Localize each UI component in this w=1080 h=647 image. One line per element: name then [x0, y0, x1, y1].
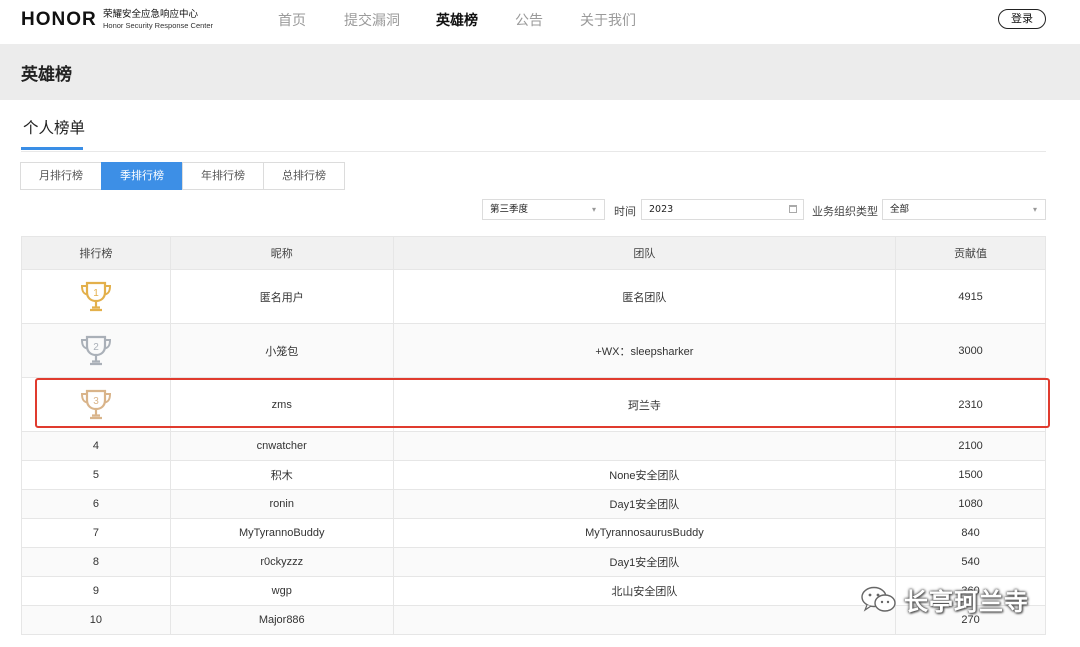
rank-cell: 3 [21, 377, 171, 432]
team-cell: MyTyrannosaurusBuddy [392, 518, 897, 548]
rank-cell: 6 [21, 489, 171, 519]
team-cell [392, 605, 897, 635]
nickname-cell: 积木 [169, 460, 394, 490]
team-cell: 珂兰寺 [392, 377, 897, 432]
rank-number: 3 [93, 396, 99, 407]
tab-overall[interactable]: 总排行榜 [263, 162, 345, 190]
score-cell: 840 [895, 518, 1046, 548]
score-cell: 2100 [895, 431, 1046, 461]
login-button[interactable]: 登录 [998, 9, 1046, 29]
table-row: 2 小笼包 +WX：sleepsharker 3000 [21, 323, 1046, 378]
table-row: 6 ronin Day1安全团队 1080 [21, 489, 1046, 519]
bronze-trophy-icon: 3 [80, 389, 111, 419]
team-cell: +WX：sleepsharker [392, 323, 897, 378]
team-cell: None安全团队 [392, 460, 897, 490]
chevron-down-icon: ▾ [591, 205, 596, 214]
quarter-select-value: 第三季度 [490, 204, 529, 215]
score-cell: 1500 [895, 460, 1046, 490]
rank-cell: 10 [21, 605, 171, 635]
section-divider [21, 151, 1046, 152]
rank-cell: 4 [21, 431, 171, 461]
table-row: 7 MyTyrannoBuddy MyTyrannosaurusBuddy 84… [21, 518, 1046, 548]
time-label: 时间 [614, 205, 636, 218]
rank-cell: 8 [21, 547, 171, 577]
section-active-underline [21, 147, 83, 150]
column-header-team: 团队 [392, 236, 897, 270]
calendar-icon [789, 205, 797, 213]
brand-subtitle-zh: 荣耀安全应急响应中心 [103, 9, 199, 20]
table-row: 3 zms 珂兰寺 2310 [21, 377, 1046, 432]
score-cell: 540 [895, 547, 1046, 577]
nav-hall-of-fame[interactable]: 英雄榜 [436, 10, 478, 30]
nickname-cell: zms [169, 377, 394, 432]
quarter-select[interactable]: 第三季度 ▾ [482, 199, 605, 220]
team-cell: 北山安全团队 [392, 576, 897, 606]
nickname-cell: wgp [169, 576, 394, 606]
rank-cell: 9 [21, 576, 171, 606]
nickname-cell: cnwatcher [169, 431, 394, 461]
nav-home[interactable]: 首页 [278, 10, 306, 30]
org-type-select-value: 全部 [890, 204, 910, 215]
score-cell: 4915 [895, 269, 1046, 324]
brand-subtitle: 荣耀安全应急响应中心 Honor Security Response Cente… [103, 9, 213, 31]
team-cell: Day1安全团队 [392, 489, 897, 519]
table-header-row: 排行榜 昵称 团队 贡献值 [21, 236, 1046, 270]
team-cell: Day1安全团队 [392, 547, 897, 577]
nickname-cell: MyTyrannoBuddy [169, 518, 394, 548]
year-picker-value: 2023 [649, 204, 674, 215]
table-row: 1 匿名用户 匿名团队 4915 [21, 269, 1046, 324]
column-header-rank: 排行榜 [21, 236, 171, 270]
nickname-cell: 小笼包 [169, 323, 394, 378]
period-tabs: 月排行榜 季排行榜 年排行榜 总排行榜 [20, 162, 345, 190]
nav-about-us[interactable]: 关于我们 [580, 10, 636, 30]
org-type-label: 业务组织类型 [812, 205, 878, 218]
brand-subtitle-en: Honor Security Response Center [103, 21, 214, 30]
tab-monthly[interactable]: 月排行榜 [20, 162, 102, 190]
top-nav-bar: HONOR 荣耀安全应急响应中心 Honor Security Response… [0, 0, 1080, 45]
nickname-cell: Major886 [169, 605, 394, 635]
rank-cell: 5 [21, 460, 171, 490]
page-title-band: 英雄榜 [0, 44, 1080, 100]
gold-trophy-icon: 1 [80, 281, 111, 311]
rank-cell: 1 [21, 269, 171, 324]
nickname-cell: ronin [169, 489, 394, 519]
tab-quarterly[interactable]: 季排行榜 [101, 162, 183, 190]
year-picker[interactable]: 2023 [641, 199, 804, 220]
nav-submit-vulnerability[interactable]: 提交漏洞 [344, 10, 400, 30]
team-cell [392, 431, 897, 461]
nav-announcements[interactable]: 公告 [515, 10, 543, 30]
org-type-select[interactable]: 全部 ▾ [882, 199, 1046, 220]
tab-yearly[interactable]: 年排行榜 [182, 162, 264, 190]
chevron-down-icon: ▾ [1032, 205, 1037, 214]
nickname-cell: r0ckyzzz [169, 547, 394, 577]
score-cell: 1080 [895, 489, 1046, 519]
team-cell: 匿名团队 [392, 269, 897, 324]
rank-number: 2 [93, 342, 99, 353]
column-header-nickname: 昵称 [169, 236, 394, 270]
table-row: 4 cnwatcher 2100 [21, 431, 1046, 461]
column-header-score: 贡献值 [895, 236, 1046, 270]
score-cell: 3000 [895, 323, 1046, 378]
score-cell: 2310 [895, 377, 1046, 432]
silver-trophy-icon: 2 [80, 335, 111, 365]
nickname-cell: 匿名用户 [169, 269, 394, 324]
table-row: 8 r0ckyzzz Day1安全团队 540 [21, 547, 1046, 577]
brand-logo[interactable]: HONOR [21, 9, 97, 31]
rank-cell: 7 [21, 518, 171, 548]
section-title[interactable]: 个人榜单 [23, 116, 85, 138]
page-title: 英雄榜 [21, 65, 72, 85]
rank-cell: 2 [21, 323, 171, 378]
watermark: 长亭珂兰寺 [860, 582, 1029, 617]
table-row: 5 积木 None安全团队 1500 [21, 460, 1046, 490]
wechat-icon [861, 586, 896, 612]
leaderboard-table: 排行榜 昵称 团队 贡献值 1 匿名用户 匿名团队 4915 2 小笼包 +WX… [21, 236, 1046, 635]
watermark-text: 长亭珂兰寺 [904, 588, 1029, 616]
rank-number: 1 [93, 288, 99, 299]
